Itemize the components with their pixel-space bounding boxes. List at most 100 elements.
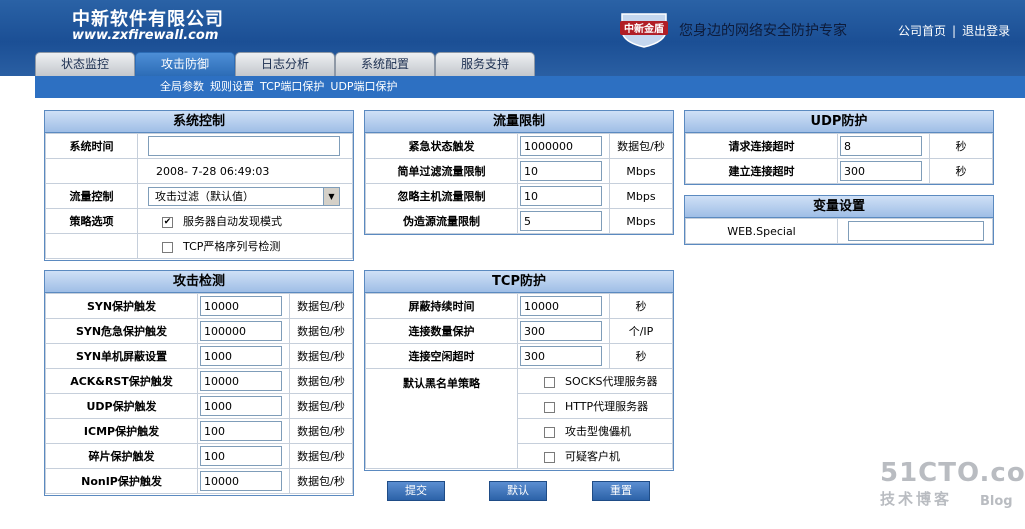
udp-established-timeout-input[interactable] bbox=[840, 161, 922, 181]
panel-title: UDP防护 bbox=[685, 111, 993, 133]
empty-cell bbox=[45, 158, 138, 184]
tcp-label: 连接数量保护 bbox=[365, 318, 518, 344]
link-separator: | bbox=[952, 24, 957, 38]
icmp-trigger-input[interactable] bbox=[200, 421, 282, 441]
suspicious-client-checkbox[interactable] bbox=[544, 451, 555, 463]
block-duration-input[interactable] bbox=[520, 296, 602, 316]
attack-label: SYN危急保护触发 bbox=[45, 318, 198, 344]
zombie-host-checkbox[interactable] bbox=[544, 426, 555, 438]
traffic-limit-table: 紧急状态触发 数据包/秒 简单过滤流量限制 Mbps 忽略主机流量限制 Mbps… bbox=[365, 133, 673, 234]
watermark-blog-en: Blog bbox=[980, 494, 1013, 509]
tab-service-support[interactable]: 服务支持 bbox=[435, 52, 535, 76]
panel-title: 变量设置 bbox=[685, 196, 993, 218]
tcp-label: 连接空闲超时 bbox=[365, 343, 518, 369]
syn-critical-trigger-input[interactable] bbox=[200, 321, 282, 341]
unit-label: 数据包/秒 bbox=[289, 418, 353, 444]
fragment-trigger-input[interactable] bbox=[200, 446, 282, 466]
unit-label: Mbps bbox=[609, 208, 673, 234]
tab-log-analysis[interactable]: 日志分析 bbox=[235, 52, 335, 76]
udp-label: 建立连接超时 bbox=[685, 158, 838, 184]
variables-panel: 变量设置 WEB.Special bbox=[684, 195, 994, 245]
unit-label: 数据包/秒 bbox=[289, 393, 353, 419]
reset-button[interactable]: 重置 bbox=[592, 481, 650, 501]
ignore-host-limit-input[interactable] bbox=[520, 186, 602, 206]
udp-request-timeout-input[interactable] bbox=[840, 136, 922, 156]
udp-label: 请求连接超时 bbox=[685, 133, 838, 159]
sub-navigation: 全局参数 规则设置 TCP端口保护 UDP端口保护 bbox=[35, 76, 1025, 98]
unit-label: 秒 bbox=[929, 133, 993, 159]
attack-label: SYN保护触发 bbox=[45, 293, 198, 319]
auto-discover-label: 服务器自动发现模式 bbox=[183, 215, 282, 228]
submit-button[interactable]: 提交 bbox=[387, 481, 445, 501]
tcp-protect-table: 屏蔽持续时间秒 连接数量保护个/IP 连接空闲超时秒 默认黑名单策略 SOCKS… bbox=[365, 293, 673, 469]
tcp-protect-panel: TCP防护 屏蔽持续时间秒 连接数量保护个/IP 连接空闲超时秒 默认黑名单策略… bbox=[364, 270, 674, 471]
home-link[interactable]: 公司首页 bbox=[898, 24, 946, 38]
main-content: 系统控制 系统时间 2008- 7-28 06:49:03 流量控制 攻击过滤（… bbox=[35, 98, 1025, 529]
attack-label: ICMP保护触发 bbox=[45, 418, 198, 444]
emergency-trigger-input[interactable] bbox=[520, 136, 602, 156]
syn-host-block-input[interactable] bbox=[200, 346, 282, 366]
flow-control-label: 流量控制 bbox=[45, 183, 138, 209]
unit-label: 个/IP bbox=[609, 318, 673, 344]
policy-options-label: 策略选项 bbox=[45, 208, 138, 234]
traffic-label: 忽略主机流量限制 bbox=[365, 183, 518, 209]
syn-trigger-input[interactable] bbox=[200, 296, 282, 316]
unit-label: 秒 bbox=[929, 158, 993, 184]
unit-label: 数据包/秒 bbox=[289, 293, 353, 319]
socks-proxy-label: SOCKS代理服务器 bbox=[565, 375, 658, 388]
subnav-rule-settings[interactable]: 规则设置 bbox=[210, 80, 254, 93]
conn-count-protect-input[interactable] bbox=[520, 321, 602, 341]
web-special-input[interactable] bbox=[848, 221, 984, 241]
spoof-source-limit-input[interactable] bbox=[520, 211, 602, 231]
nonip-trigger-input[interactable] bbox=[200, 471, 282, 491]
unit-label: 数据包/秒 bbox=[289, 443, 353, 469]
flow-control-select[interactable]: 攻击过滤（默认值） ▼ bbox=[148, 186, 340, 206]
blacklist-policy-label: 默认黑名单策略 bbox=[365, 368, 518, 469]
attack-label: SYN单机屏蔽设置 bbox=[45, 343, 198, 369]
unit-label: 秒 bbox=[609, 343, 673, 369]
datetime-display: 2008- 7-28 06:49:03 bbox=[137, 158, 353, 184]
auto-discover-checkbox[interactable]: ✔ bbox=[162, 216, 173, 228]
unit-label: Mbps bbox=[609, 158, 673, 184]
http-proxy-checkbox[interactable] bbox=[544, 401, 555, 413]
shield-logo-icon: 中新金盾 bbox=[620, 13, 668, 48]
udp-trigger-input[interactable] bbox=[200, 396, 282, 416]
ack-rst-trigger-input[interactable] bbox=[200, 371, 282, 391]
panel-title: 流量限制 bbox=[365, 111, 673, 133]
watermark-site: 51CTO.com bbox=[880, 458, 1025, 488]
system-time-label: 系统时间 bbox=[45, 133, 138, 159]
default-button[interactable]: 默认 bbox=[489, 481, 547, 501]
unit-label: Mbps bbox=[609, 183, 673, 209]
tcp-strict-seq-label: TCP严格序列号检测 bbox=[183, 240, 281, 253]
subnav-tcp-port-protect[interactable]: TCP端口保护 bbox=[260, 80, 324, 93]
simple-filter-limit-input[interactable] bbox=[520, 161, 602, 181]
left-margin bbox=[0, 76, 35, 529]
unit-label: 数据包/秒 bbox=[289, 368, 353, 394]
variables-table: WEB.Special bbox=[685, 218, 993, 244]
tcp-strict-seq-checkbox[interactable] bbox=[162, 241, 173, 253]
web-special-label: WEB.Special bbox=[685, 218, 838, 244]
tab-status-monitor[interactable]: 状态监控 bbox=[35, 52, 135, 76]
dropdown-arrow-icon[interactable]: ▼ bbox=[323, 187, 339, 205]
zombie-host-label: 攻击型傀儡机 bbox=[565, 425, 631, 438]
unit-label: 数据包/秒 bbox=[289, 468, 353, 494]
tab-attack-defense[interactable]: 攻击防御 bbox=[135, 52, 235, 76]
unit-label: 数据包/秒 bbox=[609, 133, 673, 159]
conn-idle-timeout-input[interactable] bbox=[520, 346, 602, 366]
system-control-panel: 系统控制 系统时间 2008- 7-28 06:49:03 流量控制 攻击过滤（… bbox=[44, 110, 354, 261]
tab-system-config[interactable]: 系统配置 bbox=[335, 52, 435, 76]
subnav-global-params[interactable]: 全局参数 bbox=[160, 80, 204, 93]
logout-link[interactable]: 退出登录 bbox=[962, 24, 1010, 38]
panel-title: 系统控制 bbox=[45, 111, 353, 133]
top-links: 公司首页 | 退出登录 bbox=[898, 22, 1010, 39]
system-time-input[interactable] bbox=[148, 136, 340, 156]
empty-cell bbox=[45, 233, 138, 259]
suspicious-client-label: 可疑客户机 bbox=[565, 450, 620, 463]
socks-proxy-checkbox[interactable] bbox=[544, 376, 555, 388]
header-bar: 中新软件有限公司 www.zxfirewall.com 中新金盾 您身边的网络安… bbox=[0, 0, 1025, 76]
attack-detect-table: SYN保护触发数据包/秒 SYN危急保护触发数据包/秒 SYN单机屏蔽设置数据包… bbox=[45, 293, 353, 494]
panel-title: TCP防护 bbox=[365, 271, 673, 293]
watermark: 51CTO.com 技术博客 Blog bbox=[880, 458, 1025, 509]
traffic-limit-panel: 流量限制 紧急状态触发 数据包/秒 简单过滤流量限制 Mbps 忽略主机流量限制… bbox=[364, 110, 674, 235]
subnav-udp-port-protect[interactable]: UDP端口保护 bbox=[330, 80, 397, 93]
